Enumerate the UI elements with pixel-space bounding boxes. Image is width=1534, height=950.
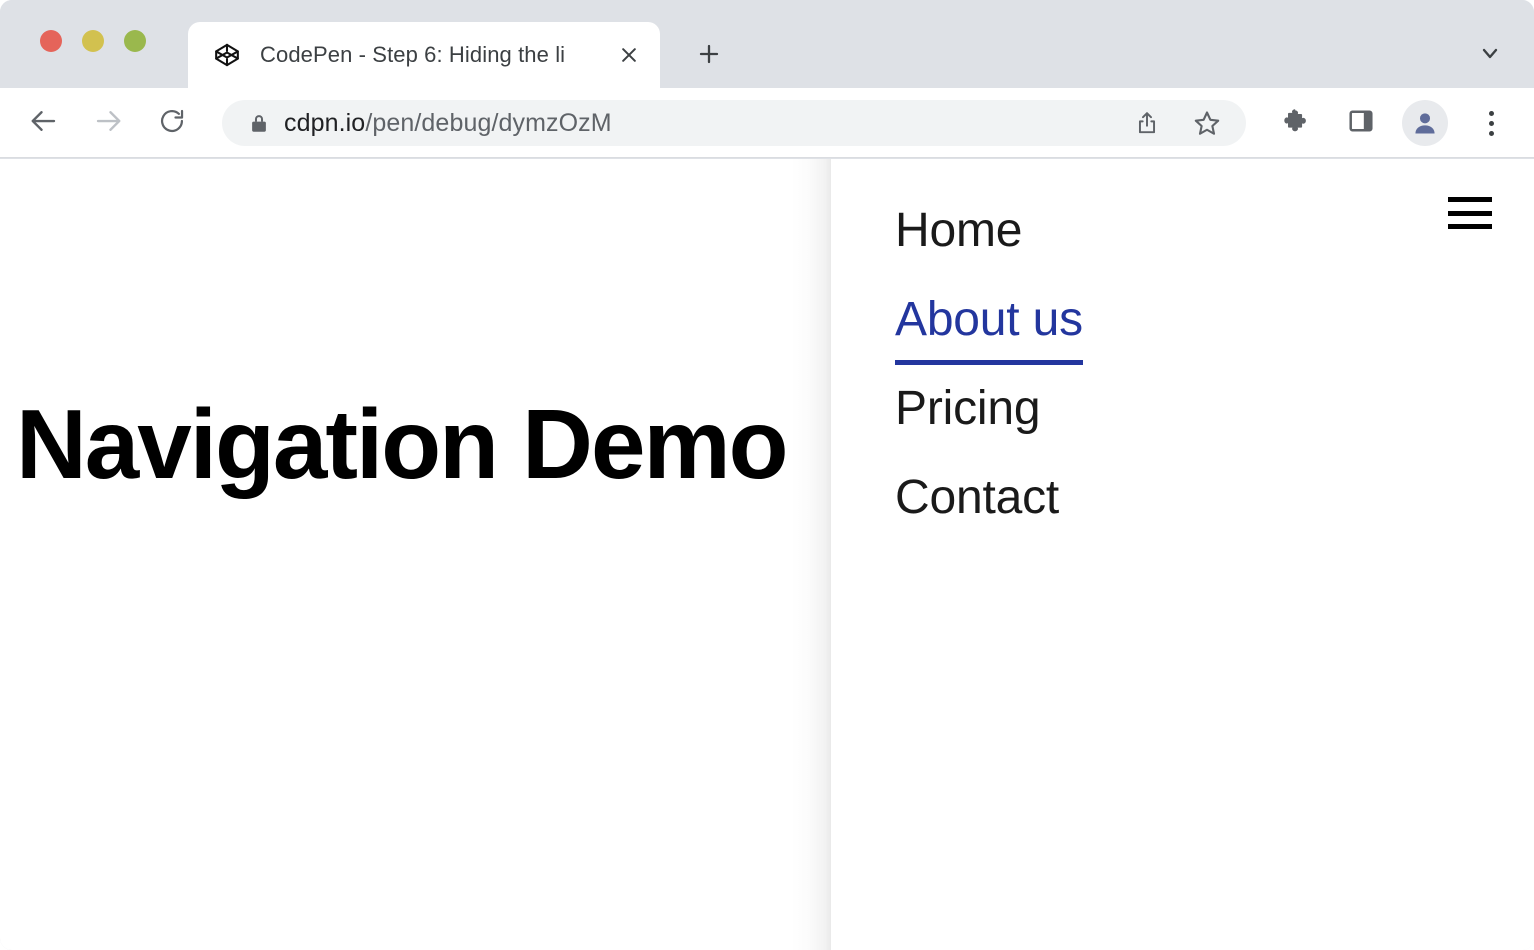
codepen-logo-icon [214, 42, 240, 68]
nav-link-about-us[interactable]: About us [895, 291, 1083, 365]
arrow-right-icon [93, 106, 123, 141]
share-icon[interactable] [1124, 100, 1170, 146]
three-dot-menu-icon [1489, 111, 1494, 136]
browser-toolbar: cdpn.io/pen/debug/dymzOzM [0, 88, 1534, 158]
profile-button[interactable] [1402, 100, 1448, 146]
back-button[interactable] [19, 98, 69, 148]
page-title: Navigation Demo [16, 395, 786, 493]
nav-panel-shadow [791, 159, 831, 950]
window-controls [40, 30, 146, 52]
nav-link-contact[interactable]: Contact [895, 469, 1059, 527]
plus-icon [697, 42, 721, 71]
nav-link-pricing[interactable]: Pricing [895, 380, 1040, 438]
lock-icon [248, 112, 270, 134]
side-panel-icon [1348, 108, 1374, 139]
url-text: cdpn.io/pen/debug/dymzOzM [284, 109, 1124, 138]
hamburger-menu-icon[interactable] [1448, 197, 1492, 229]
window-close-button[interactable] [40, 30, 62, 52]
new-tab-button[interactable] [686, 33, 732, 79]
nav-item-contact[interactable]: Contact [895, 469, 1083, 558]
side-panel-button[interactable] [1338, 100, 1384, 146]
chevron-down-icon [1478, 41, 1502, 70]
forward-button [83, 98, 133, 148]
url-host: cdpn.io [284, 109, 365, 137]
profile-avatar-icon [1402, 100, 1448, 146]
puzzle-piece-icon [1284, 108, 1310, 139]
reload-icon [158, 107, 186, 140]
navigation-panel: Home About us Pricing Contact [831, 159, 1534, 950]
nav-item-home[interactable]: Home [895, 202, 1083, 291]
browser-window: CodePen - Step 6: Hiding the li [0, 0, 1534, 950]
nav-menu-list: Home About us Pricing Contact [895, 202, 1083, 558]
nav-item-pricing[interactable]: Pricing [895, 380, 1083, 469]
nav-link-home[interactable]: Home [895, 202, 1022, 260]
extensions-button[interactable] [1274, 100, 1320, 146]
reload-button[interactable] [147, 98, 197, 148]
window-maximize-button[interactable] [124, 30, 146, 52]
page-content: Navigation Demo Home About us Pricing Co… [0, 159, 1534, 950]
url-path: /pen/debug/dymzOzM [365, 109, 611, 137]
tab-strip: CodePen - Step 6: Hiding the li [0, 0, 1534, 88]
address-bar[interactable]: cdpn.io/pen/debug/dymzOzM [222, 100, 1246, 146]
star-icon[interactable] [1184, 100, 1230, 146]
browser-tab-active[interactable]: CodePen - Step 6: Hiding the li [188, 22, 660, 88]
browser-menu-button[interactable] [1468, 100, 1514, 146]
tab-title: CodePen - Step 6: Hiding the li [260, 42, 610, 68]
close-icon[interactable] [610, 36, 648, 74]
arrow-left-icon [29, 106, 59, 141]
window-minimize-button[interactable] [82, 30, 104, 52]
nav-item-about-us[interactable]: About us [895, 291, 1083, 380]
tab-search-button[interactable] [1466, 32, 1514, 78]
